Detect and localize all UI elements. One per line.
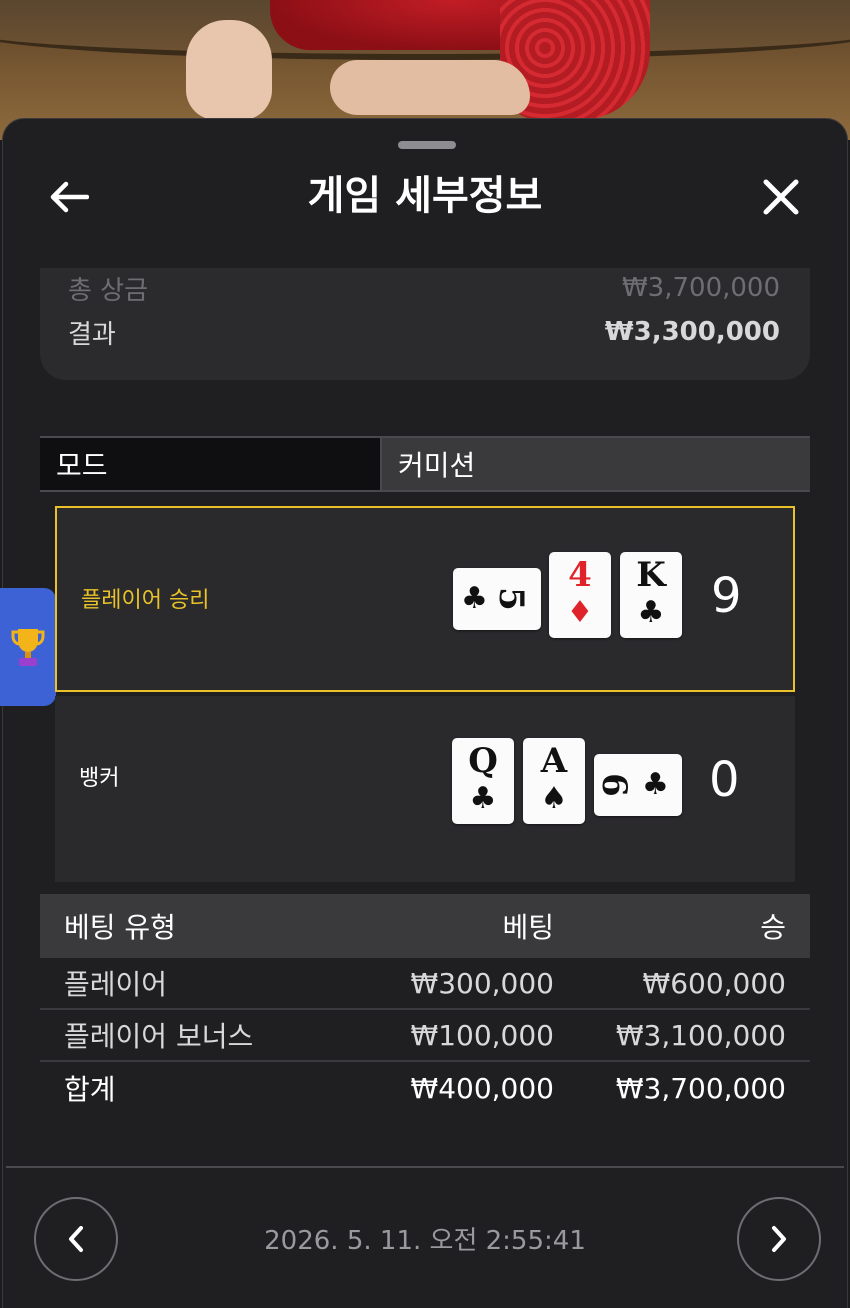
bet-type-cell: 플레이어 (64, 968, 168, 1001)
card-rank: 6 (593, 773, 634, 797)
back-arrow-icon (50, 181, 89, 213)
playing-card: ♣ 5 (453, 568, 541, 630)
total-prize-row: 총 상금 ₩3,700,000 (68, 268, 780, 308)
card-rank: 5 (490, 587, 531, 611)
player-hand: 플레이어 승리 ♣ 5 4 ♦ K ♣ 9 (55, 506, 795, 692)
table-header: 베팅 유형 베팅 승 (40, 894, 810, 958)
total-prize-value: ₩3,700,000 (621, 273, 780, 303)
result-label: 결과 (68, 319, 116, 350)
column-header-bet: 베팅 (502, 911, 554, 944)
summary-panel: 총 상금 ₩3,700,000 결과 ₩3,300,000 (40, 268, 810, 380)
card-suit: ♣ (469, 781, 497, 816)
card-rank: A (540, 741, 568, 781)
banker-score: 0 (709, 752, 740, 808)
card-suit: ♣ (642, 767, 669, 802)
card-suit: ♣ (461, 581, 488, 616)
column-header-bet-type: 베팅 유형 (64, 911, 176, 944)
player-result-label: 플레이어 승리 (81, 588, 210, 613)
playing-card: ♣ 6 (594, 754, 682, 816)
close-icon (763, 179, 799, 215)
card-suit: ♣ (637, 595, 665, 630)
trophy-icon (11, 629, 45, 666)
table-total-row: 합계 ₩400,000 ₩3,700,000 (40, 1062, 810, 1114)
banker-hand: 뱅커 Q ♣ A ♠ ♣ 6 0 (55, 696, 795, 882)
card-rank: K (636, 555, 666, 595)
round-timestamp: 2026. 5. 11. 오전 2:55:41 (264, 1226, 586, 1256)
column-header-win: 승 (760, 911, 786, 944)
total-win-cell: ₩3,700,000 (615, 1071, 786, 1105)
footer-divider (6, 1166, 844, 1168)
total-label-cell: 합계 (64, 1073, 116, 1106)
result-value: ₩3,300,000 (604, 317, 780, 347)
card-rank: 4 (568, 555, 592, 595)
total-prize-label: 총 상금 (68, 275, 149, 306)
bet-amount-cell: ₩300,000 (410, 966, 554, 1000)
dealer-hand-left (186, 20, 272, 120)
card-suit: ♦ (566, 595, 594, 630)
table-row: 플레이어 보너스 ₩100,000 ₩3,100,000 (40, 1010, 810, 1062)
win-amount-cell: ₩3,100,000 (615, 1018, 786, 1052)
next-round-button[interactable] (737, 1197, 821, 1281)
playing-card: A ♠ (523, 738, 585, 824)
chevron-right-icon (772, 1226, 786, 1252)
card-rank: Q (468, 741, 498, 781)
result-row: 결과 ₩3,300,000 (68, 312, 780, 352)
sheet-drag-handle[interactable] (398, 141, 456, 149)
bets-table: 베팅 유형 베팅 승 플레이어 ₩300,000 ₩600,000 플레이어 보… (40, 894, 810, 1114)
playing-card: Q ♣ (452, 738, 514, 824)
previous-round-button[interactable] (34, 1197, 118, 1281)
back-button[interactable] (44, 172, 94, 222)
chevron-left-icon (69, 1226, 83, 1252)
playing-card: 4 ♦ (549, 552, 611, 638)
bet-type-cell: 플레이어 보너스 (64, 1020, 254, 1053)
banker-label: 뱅커 (79, 766, 120, 791)
card-suit: ♠ (540, 781, 568, 816)
mode-label: 모드 (40, 438, 380, 490)
mode-value: 커미션 (380, 438, 810, 490)
total-bet-cell: ₩400,000 (410, 1071, 554, 1105)
close-button[interactable] (756, 172, 806, 222)
win-amount-cell: ₩600,000 (642, 966, 786, 1000)
playing-card: K ♣ (620, 552, 682, 638)
dealer-hand-right (330, 60, 530, 115)
page-title: 게임 세부정보 (307, 173, 543, 219)
mode-row: 모드 커미션 (40, 436, 810, 492)
bet-amount-cell: ₩100,000 (410, 1018, 554, 1052)
player-score: 9 (711, 568, 742, 624)
trophy-tab[interactable] (0, 588, 56, 706)
table-row: 플레이어 ₩300,000 ₩600,000 (40, 958, 810, 1010)
